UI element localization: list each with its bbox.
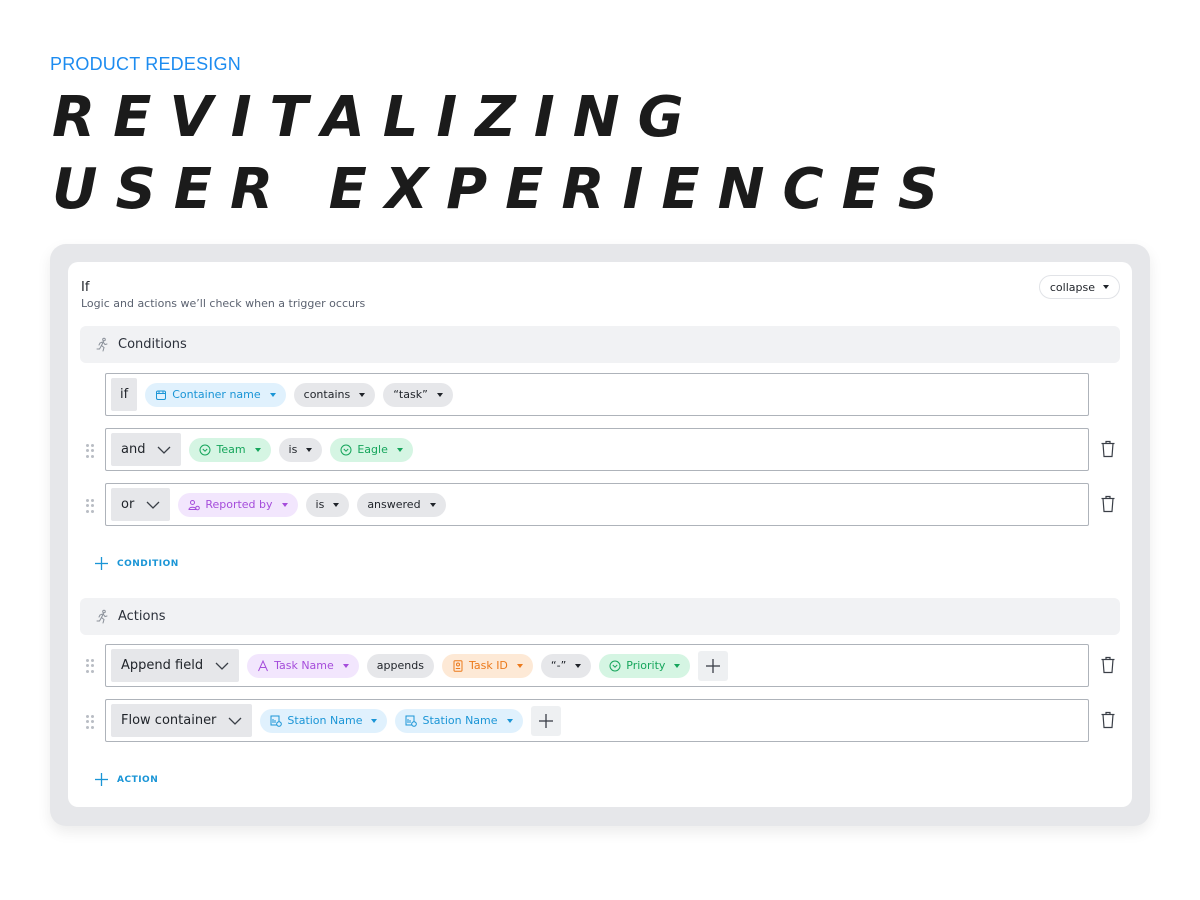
action-row: Append field Task Name appends Task ID “… [105, 644, 1089, 687]
chevron-down-icon [228, 717, 242, 725]
plus-icon [706, 658, 721, 673]
caret-down-icon [516, 663, 523, 668]
hero-title-line-1: REVITALIZING [52, 85, 702, 150]
circle-chevron-icon [340, 444, 352, 455]
operator-label: if [111, 378, 138, 411]
caret-down-icon [436, 392, 443, 397]
action-type-dropdown[interactable]: Append field [111, 649, 240, 682]
field-chip[interactable]: Team [189, 437, 271, 462]
chevron-down-icon [215, 662, 229, 670]
plus-icon [538, 713, 553, 728]
text-icon [258, 659, 269, 671]
id-badge-icon [453, 659, 463, 672]
caret-down-icon [1103, 285, 1109, 289]
caret-down-icon [281, 502, 288, 507]
caret-down-icon [396, 447, 403, 452]
hero-title-line-2: USER EXPERIENCES [52, 157, 957, 222]
station-icon [405, 715, 418, 727]
add-condition-button[interactable]: CONDITION [95, 557, 179, 570]
condition-row: and Team is Eagle [105, 428, 1089, 471]
field-chip[interactable]: Container name [145, 382, 286, 407]
hero-title: REVITALIZING USER EXPERIENCES [52, 82, 956, 226]
add-field-button[interactable] [698, 650, 729, 681]
caret-down-icon [306, 447, 313, 452]
container-icon [156, 390, 167, 400]
card-subtitle: Logic and actions we’ll check when a tri… [81, 297, 366, 310]
caret-down-icon [575, 663, 582, 668]
value-chip[interactable]: answered [357, 492, 446, 517]
collapse-button[interactable]: collapse [1038, 275, 1120, 299]
add-action-button[interactable]: ACTION [95, 773, 158, 786]
field-chip[interactable]: Priority [599, 653, 691, 678]
conditions-section-label: Conditions [118, 337, 187, 352]
field-chip[interactable]: Reported by [178, 492, 298, 517]
caret-down-icon [333, 502, 340, 507]
caret-down-icon [506, 718, 513, 723]
drag-handle-icon[interactable] [86, 499, 94, 513]
condition-row: or Reported by is answered [105, 483, 1089, 526]
drag-handle-icon[interactable] [86, 659, 94, 673]
trash-icon[interactable] [1100, 656, 1116, 674]
comparator-chip[interactable]: is [305, 492, 350, 517]
chevron-down-icon [158, 446, 171, 454]
conditions-section-header[interactable]: Conditions [80, 326, 1120, 363]
drag-handle-icon[interactable] [86, 715, 94, 729]
chevron-down-icon [146, 501, 160, 509]
condition-row: if Container name contains “task” [105, 373, 1089, 416]
caret-down-icon [674, 663, 681, 668]
caret-down-icon [269, 392, 276, 397]
circle-chevron-icon [609, 660, 621, 671]
field-chip[interactable]: Task ID [441, 653, 533, 678]
running-person-icon [96, 609, 108, 623]
comparator-chip[interactable]: is [278, 437, 323, 462]
circle-chevron-icon [199, 444, 211, 455]
value-chip[interactable]: “task” [383, 382, 453, 407]
user-icon [188, 499, 201, 510]
trash-icon[interactable] [1100, 440, 1116, 458]
separator-chip[interactable]: “-” [540, 653, 592, 678]
plus-icon [95, 557, 108, 570]
station-icon [270, 715, 283, 727]
actions-section-header[interactable]: Actions [80, 598, 1120, 635]
value-chip[interactable]: Eagle [330, 437, 413, 462]
drag-handle-icon[interactable] [86, 444, 94, 458]
card-title: If [81, 280, 90, 295]
running-person-icon [96, 337, 108, 351]
rule-editor-frame: If Logic and actions we’ll check when a … [50, 244, 1150, 826]
caret-down-icon [359, 392, 366, 397]
actions-section-label: Actions [118, 609, 166, 624]
field-chip[interactable]: Station Name [260, 708, 388, 733]
operation-chip[interactable]: appends [366, 653, 434, 678]
collapse-label: collapse [1049, 280, 1095, 294]
field-chip[interactable]: Task Name [247, 653, 359, 678]
field-chip[interactable]: Station Name [395, 708, 523, 733]
eyebrow-label: PRODUCT REDESIGN [50, 54, 241, 74]
caret-down-icon [429, 502, 436, 507]
comparator-chip[interactable]: contains [293, 382, 376, 407]
plus-icon [95, 773, 108, 786]
operator-dropdown[interactable]: or [111, 488, 171, 521]
operator-dropdown[interactable]: and [111, 433, 182, 466]
action-type-dropdown[interactable]: Flow container [111, 704, 253, 737]
trash-icon[interactable] [1100, 711, 1116, 729]
rule-editor-card: If Logic and actions we’ll check when a … [68, 262, 1132, 807]
caret-down-icon [254, 447, 261, 452]
add-field-button[interactable] [530, 705, 561, 736]
action-row: Flow container Station Name Station Name [105, 699, 1089, 742]
caret-down-icon [342, 663, 349, 668]
caret-down-icon [371, 718, 378, 723]
trash-icon[interactable] [1100, 495, 1116, 513]
